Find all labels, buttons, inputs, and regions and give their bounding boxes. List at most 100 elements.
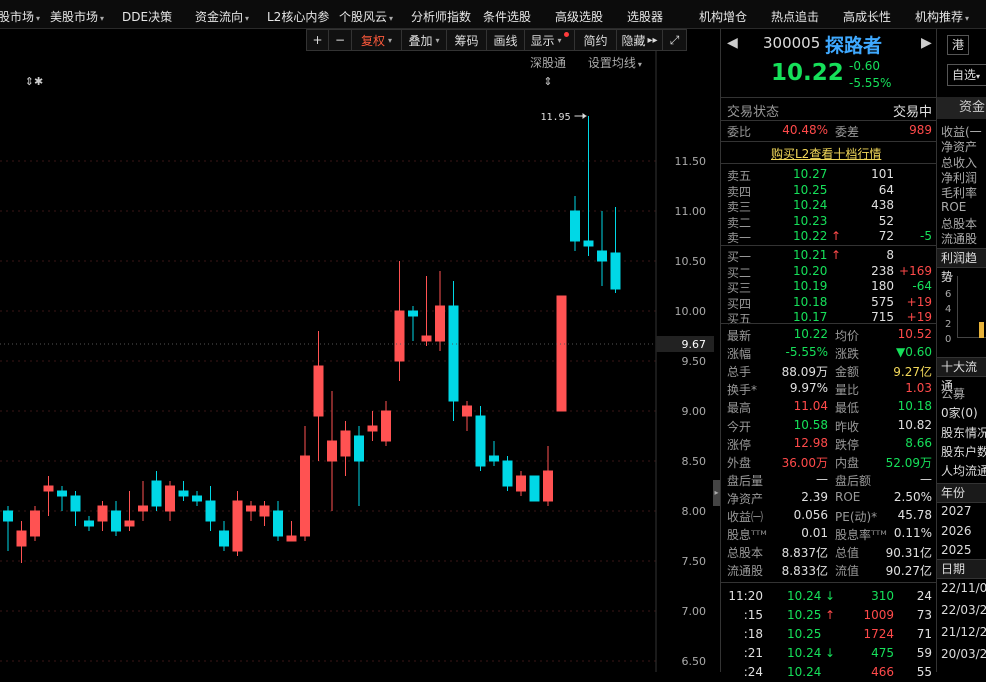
- candle[interactable]: [151, 471, 162, 511]
- fuquan-button[interactable]: 复权 ▾: [352, 29, 402, 51]
- bid-row: 买一 10.21 ↑ 8: [727, 248, 932, 265]
- menu-item-2[interactable]: DDE决策: [122, 8, 172, 25]
- candle-body: [286, 535, 297, 542]
- candle[interactable]: [475, 406, 486, 471]
- candle[interactable]: [232, 491, 243, 556]
- candle[interactable]: [529, 475, 540, 502]
- candle[interactable]: [70, 491, 81, 526]
- candle[interactable]: [448, 281, 459, 421]
- candle[interactable]: [178, 481, 189, 501]
- menu-item-7[interactable]: 条件选股: [483, 8, 531, 25]
- hide-button[interactable]: 隐藏 ▸▸: [617, 29, 663, 51]
- stat-label: 总值: [835, 546, 860, 561]
- candle[interactable]: [354, 426, 364, 506]
- candle[interactable]: [97, 501, 108, 531]
- event-mark[interactable]: ⇕✱: [25, 75, 43, 88]
- candle[interactable]: [421, 276, 432, 346]
- candle[interactable]: [192, 491, 202, 506]
- candle[interactable]: [327, 391, 337, 511]
- chart-header-links: 深股通 设置均线 ▾: [530, 54, 642, 71]
- candle[interactable]: [367, 411, 378, 441]
- tick-price: 10.24: [787, 665, 822, 679]
- zoom-in-button[interactable]: +: [306, 29, 329, 51]
- candle[interactable]: [165, 481, 175, 521]
- menu-item-11[interactable]: 热点追击: [771, 8, 819, 25]
- menu-item-5[interactable]: 个股风云 ▾: [339, 8, 393, 25]
- trade-status-row: 交易状态 交易中: [727, 101, 932, 120]
- expand-icon[interactable]: ⤢: [663, 29, 687, 51]
- candle[interactable]: [610, 207, 621, 293]
- buy-l2-link[interactable]: 购买L2查看十档行情: [771, 145, 881, 162]
- hk-badge[interactable]: 港: [947, 35, 969, 55]
- overlay-button[interactable]: 叠加 ▾: [402, 29, 447, 51]
- candle[interactable]: [3, 506, 13, 551]
- candle[interactable]: [57, 486, 67, 511]
- tab-funds[interactable]: 资金: [937, 97, 986, 119]
- candle[interactable]: [273, 501, 283, 541]
- candle[interactable]: [543, 446, 553, 506]
- stat-label: 盘后量: [727, 473, 764, 488]
- candle[interactable]: [300, 426, 310, 541]
- candle[interactable]: [394, 261, 405, 381]
- watchlist-button[interactable]: 自选▾: [947, 64, 986, 86]
- kline-chart[interactable]: 11.50 11.00 10.50 10.00 9.50 9.00 8.50 8.00 7.50…: [0, 51, 716, 672]
- menu-item-1[interactable]: 美股市场 ▾: [50, 8, 104, 25]
- zoom-out-button[interactable]: −: [329, 29, 352, 51]
- menu-item-8[interactable]: 高级选股: [555, 8, 603, 25]
- candle[interactable]: [408, 306, 418, 341]
- menu-item-6[interactable]: 分析师指数: [411, 8, 471, 25]
- next-stock-icon[interactable]: ▶: [921, 35, 932, 51]
- menu-item-12[interactable]: 高成长性: [843, 8, 891, 25]
- stat-label: 换手*: [727, 383, 758, 398]
- candle-body: [597, 250, 607, 262]
- simple-mode-button[interactable]: 简约: [575, 29, 617, 51]
- draw-line-button[interactable]: 画线: [487, 29, 525, 51]
- candle[interactable]: [138, 481, 148, 521]
- ask-price: 10.24: [793, 198, 828, 212]
- stat-row: 最高 11.04 最低 10.18: [727, 399, 932, 416]
- candle[interactable]: [205, 486, 216, 531]
- candle[interactable]: [43, 476, 54, 516]
- candle[interactable]: [462, 401, 472, 431]
- display-button[interactable]: 显示 ▾: [525, 29, 575, 51]
- candle[interactable]: [435, 271, 445, 351]
- stat-label: 总股本: [727, 546, 764, 561]
- menu-item-3[interactable]: 资金流向 ▾: [195, 8, 249, 25]
- collapse-handle[interactable]: ▸: [713, 480, 720, 506]
- chips-button[interactable]: 筹码: [447, 29, 487, 51]
- candle[interactable]: [516, 471, 526, 496]
- candle[interactable]: [84, 516, 94, 531]
- shentong-link[interactable]: 深股通: [530, 56, 566, 70]
- candle-body: [556, 295, 567, 412]
- ask-label: 卖五: [727, 169, 752, 183]
- candle[interactable]: [340, 421, 351, 476]
- candle-body: [178, 490, 189, 497]
- event-mark[interactable]: ⇕: [543, 75, 552, 88]
- menu-item-10[interactable]: 机构增仓: [699, 8, 747, 25]
- candle[interactable]: [502, 456, 513, 491]
- stat-label: 内盘: [835, 455, 860, 470]
- stat-label: 股息ᵀᵀᴹ: [727, 528, 767, 543]
- kline-svg[interactable]: 11.50 11.00 10.50 10.00 9.50 9.00 8.50 8.00 7.50…: [0, 51, 716, 672]
- candle[interactable]: [16, 521, 27, 563]
- candle[interactable]: [556, 295, 567, 412]
- candle[interactable]: [30, 506, 40, 541]
- ma-settings-button[interactable]: 设置均线 ▾: [588, 56, 642, 70]
- candle[interactable]: [246, 501, 256, 521]
- menu-item-9[interactable]: 选股器: [627, 8, 663, 25]
- candle[interactable]: [111, 501, 121, 536]
- candle[interactable]: [286, 521, 297, 542]
- prev-stock-icon[interactable]: ◀: [727, 35, 738, 51]
- menu-item-4[interactable]: L2核心内参: [267, 8, 329, 25]
- candle[interactable]: [597, 211, 607, 286]
- candle[interactable]: [259, 501, 270, 526]
- candle[interactable]: [219, 521, 229, 551]
- candle[interactable]: [583, 116, 594, 256]
- candle[interactable]: [381, 401, 391, 446]
- menu-item-13[interactable]: 机构推荐 ▾: [915, 8, 969, 25]
- menu-item-0[interactable]: 股市场 ▾: [0, 8, 40, 25]
- candle[interactable]: [313, 331, 324, 461]
- candle-body: [219, 530, 229, 547]
- candle[interactable]: [570, 196, 580, 251]
- candle[interactable]: [489, 441, 499, 466]
